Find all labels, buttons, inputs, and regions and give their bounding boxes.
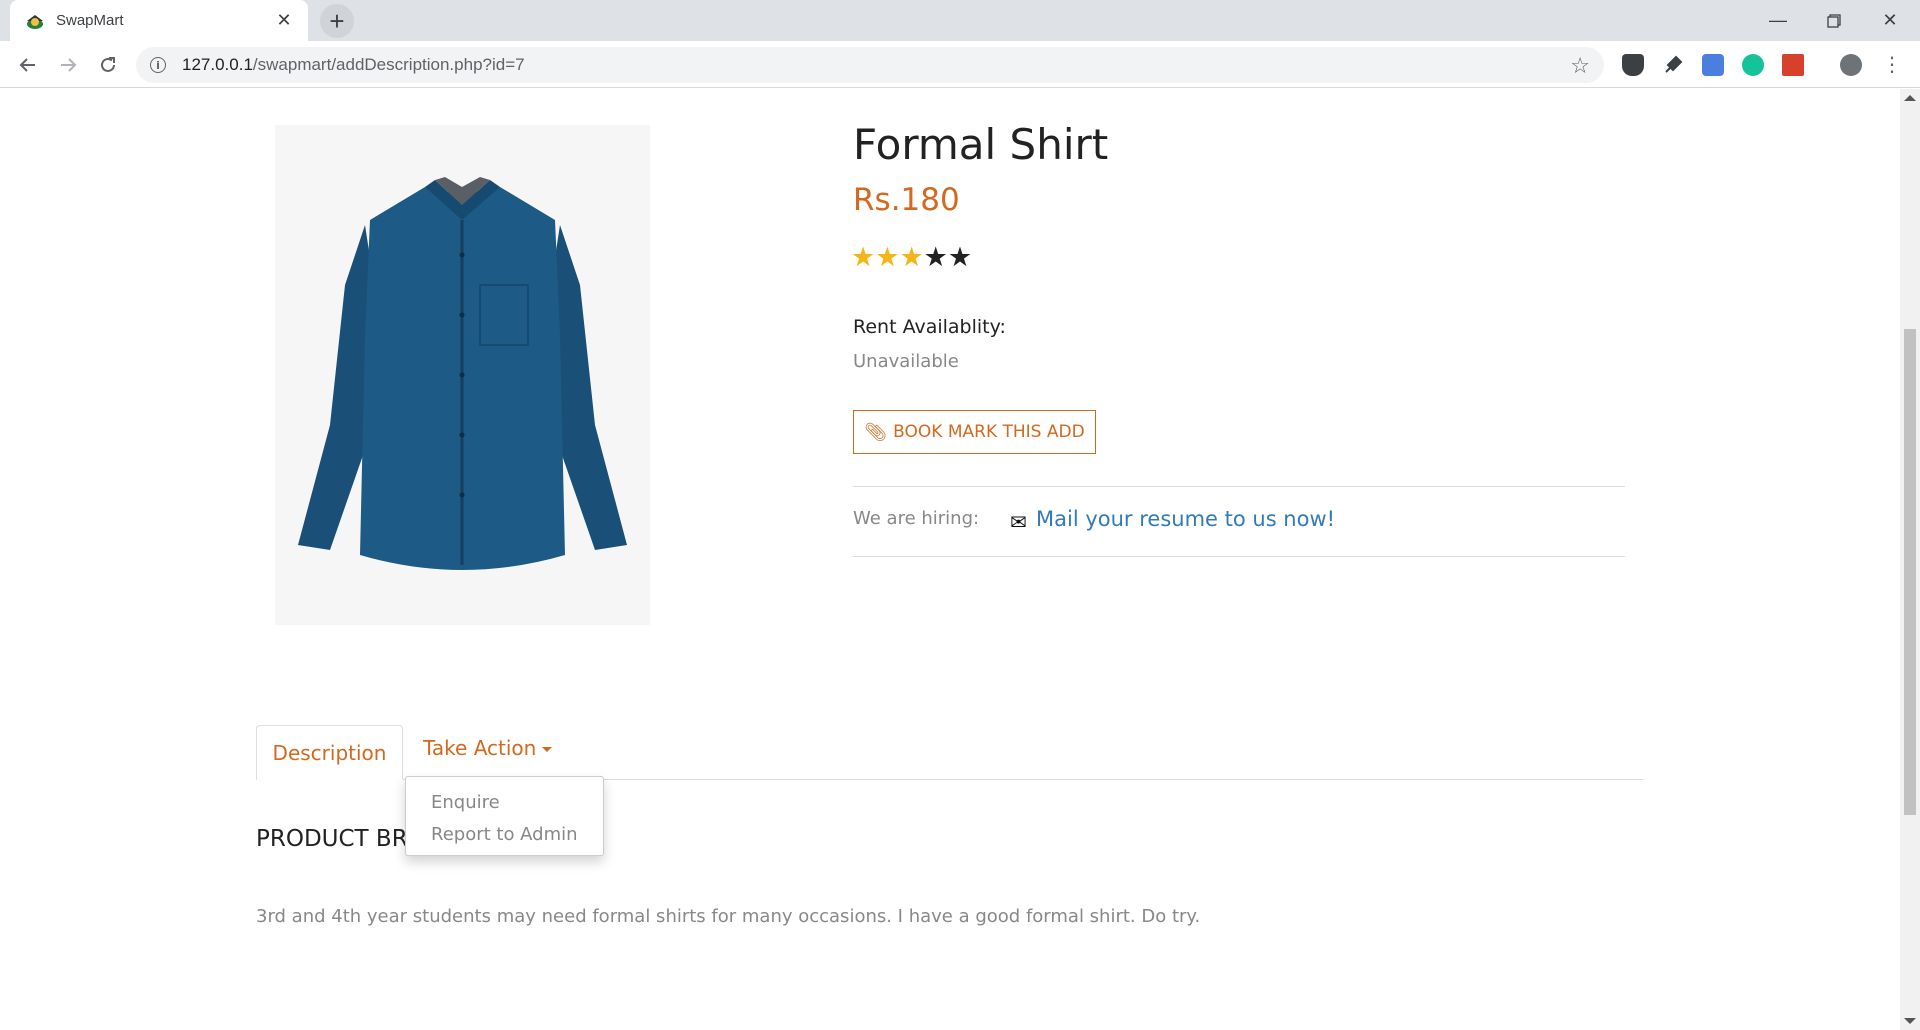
back-icon[interactable]: [12, 49, 44, 81]
profile-avatar-icon[interactable]: [1840, 54, 1862, 76]
browser-tab[interactable]: SwapMart ✕: [10, 0, 308, 41]
minimize-icon[interactable]: —: [1750, 0, 1806, 41]
close-window-icon[interactable]: ✕: [1862, 0, 1918, 41]
menu-item-report-to-admin[interactable]: Report to Admin: [406, 819, 603, 851]
paperclip-icon: 📎︎: [864, 421, 888, 443]
address-bar[interactable]: i 127.0.0.1/swapmart/addDescription.php?…: [136, 47, 1604, 83]
bookmark-ad-button[interactable]: 📎︎ BOOK MARK THIS ADD: [853, 410, 1096, 454]
tab-description[interactable]: Description: [256, 725, 403, 780]
star-empty-icon: ★: [923, 242, 948, 273]
take-action-dropdown: Enquire Report to Admin: [405, 776, 604, 856]
star-empty-icon: ★: [947, 242, 973, 273]
rent-availability-label: Rent Availablity:: [853, 316, 1006, 338]
tab-close-icon[interactable]: ✕: [272, 10, 296, 31]
product-image: [275, 125, 650, 625]
star-filled-icon: ★: [875, 242, 900, 273]
product-description: 3rd and 4th year students may need forma…: [256, 906, 1201, 927]
page-scrollbar[interactable]: [1900, 89, 1920, 1030]
grammarly-extension-icon[interactable]: [1742, 54, 1764, 76]
product-title: Formal Shirt: [853, 120, 1109, 169]
divider: [853, 556, 1625, 557]
rating-stars: ★★★★★: [851, 242, 972, 273]
reload-icon[interactable]: [92, 49, 124, 81]
tab-title: SwapMart: [56, 12, 124, 29]
menu-item-enquire[interactable]: Enquire: [406, 787, 603, 819]
red-extension-icon[interactable]: [1782, 54, 1804, 76]
swapmart-favicon-icon: [27, 14, 43, 29]
divider: [853, 486, 1625, 487]
section-title: PRODUCT BR: [256, 826, 408, 852]
translate-extension-icon[interactable]: [1702, 54, 1724, 76]
browser-tab-strip: SwapMart ✕ + — ✕: [0, 0, 1920, 41]
forward-icon[interactable]: [52, 49, 84, 81]
site-info-icon[interactable]: i: [150, 57, 166, 73]
bookmark-ad-label: BOOK MARK THIS ADD: [893, 422, 1085, 442]
rent-availability-value: Unavailable: [853, 351, 959, 372]
product-price: Rs.180: [853, 182, 960, 218]
shirt-illustration: [298, 177, 627, 570]
rocket-extension-icon[interactable]: [1662, 54, 1684, 76]
hiring-label: We are hiring:: [853, 508, 980, 529]
menu-kebab-icon[interactable]: ⋮: [1882, 54, 1902, 76]
new-tab-button[interactable]: +: [320, 4, 354, 38]
tab-take-action[interactable]: Take Action: [423, 736, 553, 760]
browser-toolbar: i 127.0.0.1/swapmart/addDescription.php?…: [0, 41, 1920, 88]
take-action-label: Take Action: [423, 736, 537, 760]
mail-resume-link[interactable]: Mail your resume to us now!: [1036, 507, 1335, 531]
envelope-icon: ✉: [1010, 512, 1027, 534]
scroll-up-icon[interactable]: [1904, 95, 1916, 101]
url-text: 127.0.0.1/swapmart/addDescription.php?id…: [182, 55, 525, 74]
scroll-thumb[interactable]: [1904, 329, 1916, 815]
scroll-down-icon[interactable]: [1904, 1018, 1916, 1024]
star-filled-icon: ★: [899, 242, 924, 273]
star-filled-icon: ★: [851, 242, 876, 273]
pocket-extension-icon[interactable]: [1622, 54, 1644, 76]
bookmark-star-icon[interactable]: ☆: [1570, 53, 1590, 79]
restore-icon[interactable]: [1806, 0, 1862, 41]
caret-down-icon: [542, 747, 553, 752]
